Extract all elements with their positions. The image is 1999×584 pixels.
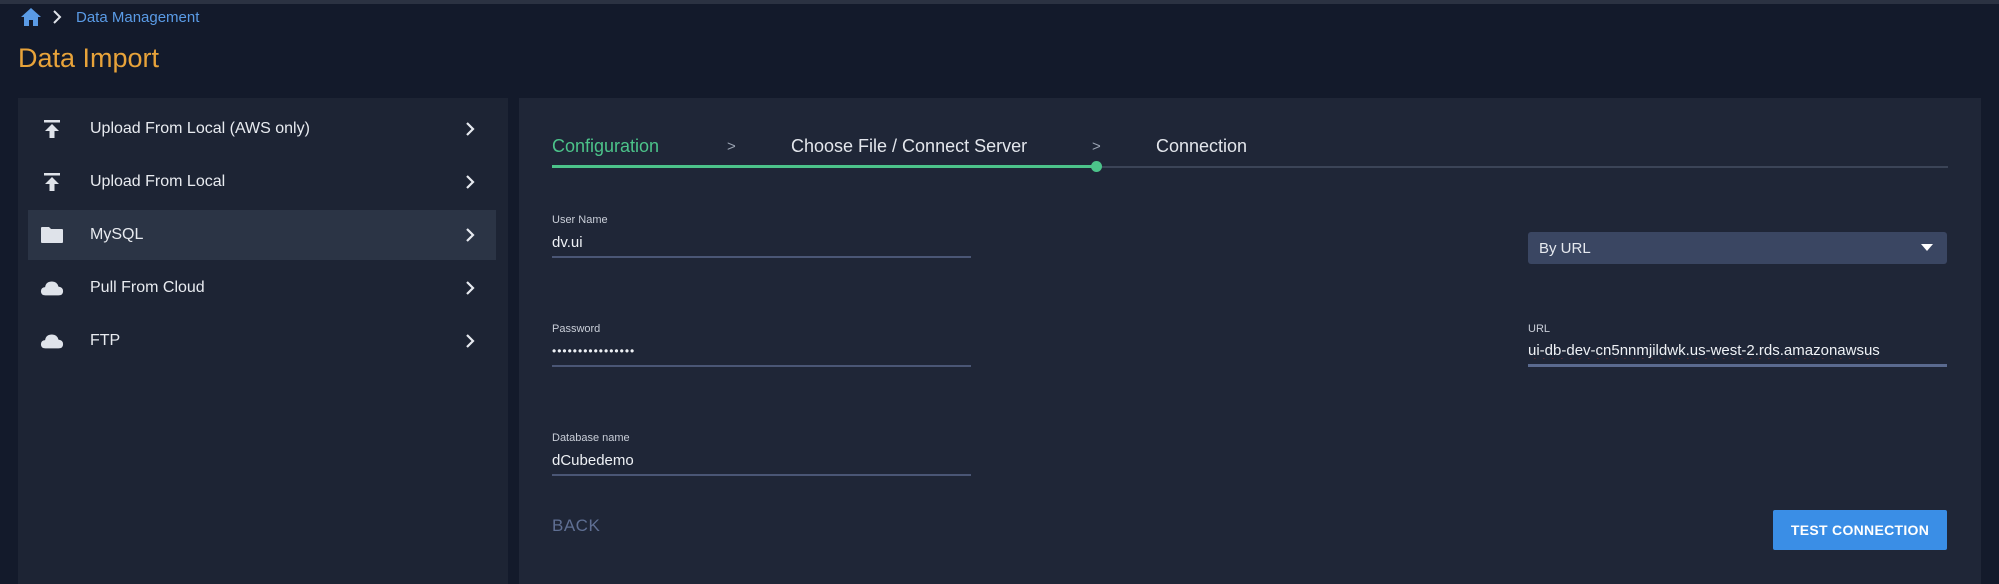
database-name-input[interactable]	[552, 446, 971, 476]
sidebar-item-label: MySQL	[90, 226, 144, 243]
cloud-icon	[40, 276, 64, 300]
password-field: Password	[552, 323, 971, 367]
connection-mode-value: By URL	[1539, 239, 1591, 257]
home-icon[interactable]	[20, 6, 42, 28]
upload-icon	[40, 117, 64, 141]
cloud-icon	[40, 329, 64, 353]
database-name-label: Database name	[552, 432, 630, 444]
caret-down-icon	[1921, 244, 1933, 251]
step-separator: >	[1092, 138, 1101, 155]
username-label: User Name	[552, 214, 608, 226]
sidebar-item-upload-aws[interactable]: Upload From Local (AWS only)	[28, 104, 496, 154]
password-label: Password	[552, 323, 601, 335]
step-choose-file[interactable]: Choose File / Connect Server	[791, 136, 1027, 157]
url-field: URL	[1528, 323, 1947, 367]
url-label: URL	[1528, 323, 1551, 335]
stepper: Configuration > Choose File / Connect Se…	[552, 128, 1948, 172]
step-configuration[interactable]: Configuration	[552, 136, 659, 157]
step-connection[interactable]: Connection	[1156, 136, 1247, 157]
step-separator: >	[727, 138, 736, 155]
sidebar-item-label: Upload From Local	[90, 173, 226, 190]
database-name-field: Database name	[552, 432, 971, 476]
username-input[interactable]	[552, 228, 971, 258]
sidebar-item-upload-local[interactable]: Upload From Local	[28, 157, 496, 207]
username-field: User Name	[552, 214, 971, 258]
top-border	[0, 0, 1999, 4]
stepper-progress	[552, 165, 1097, 168]
sidebar-item-label: Upload From Local (AWS only)	[90, 120, 310, 137]
chevron-right-icon	[460, 225, 480, 245]
breadcrumb-item-data-management[interactable]: Data Management	[76, 9, 199, 26]
chevron-right-icon	[460, 172, 480, 192]
sidebar-item-ftp[interactable]: FTP	[28, 316, 496, 366]
chevron-right-icon	[460, 119, 480, 139]
chevron-right-icon	[460, 331, 480, 351]
sidebar-item-label: FTP	[90, 332, 121, 349]
back-button[interactable]: BACK	[552, 516, 600, 536]
source-sidebar: Upload From Local (AWS only) Upload From…	[18, 98, 508, 584]
upload-icon	[40, 170, 64, 194]
page-title: Data Import	[18, 43, 160, 73]
sidebar-item-label: Pull From Cloud	[90, 279, 205, 296]
configuration-panel: Configuration > Choose File / Connect Se…	[519, 98, 1981, 584]
folder-icon	[40, 223, 64, 247]
breadcrumb: Data Management	[20, 6, 199, 28]
sidebar-item-pull-from-cloud[interactable]: Pull From Cloud	[28, 263, 496, 313]
url-input[interactable]	[1528, 337, 1947, 367]
connection-mode-select[interactable]: By URL	[1528, 232, 1947, 264]
sidebar-item-mysql[interactable]: MySQL	[28, 210, 496, 260]
chevron-right-icon	[52, 8, 66, 26]
chevron-right-icon	[460, 278, 480, 298]
stepper-progress-dot	[1091, 161, 1102, 172]
test-connection-button[interactable]: TEST CONNECTION	[1773, 510, 1947, 550]
password-input[interactable]	[552, 337, 971, 367]
